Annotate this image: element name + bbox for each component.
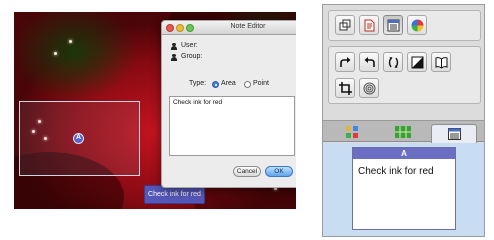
type-point-radio[interactable] — [244, 81, 251, 88]
water-droplet — [69, 40, 72, 43]
type-area-label: Area — [221, 80, 236, 87]
edit-tool-group — [328, 46, 481, 104]
thumbnail-icon[interactable] — [380, 123, 426, 140]
ok-button[interactable]: OK — [265, 166, 293, 177]
annotation-marker[interactable]: A — [73, 133, 84, 144]
group-icon — [171, 54, 177, 61]
color-wheel-icon[interactable] — [407, 15, 427, 35]
note-text-field[interactable]: Check ink for red — [169, 96, 295, 156]
user-label: User: — [181, 42, 198, 49]
notes-preview-pane: A Check ink for red — [323, 143, 484, 236]
rotate-icon[interactable] — [383, 52, 403, 72]
group-label: Group: — [181, 53, 203, 60]
spiral-icon[interactable] — [359, 78, 379, 98]
grid-view-icon[interactable] — [329, 123, 375, 140]
dialog-title: Note Editor — [230, 23, 266, 30]
layers-icon[interactable] — [335, 15, 355, 35]
water-droplet — [54, 52, 57, 55]
cancel-button[interactable]: Cancel — [233, 166, 261, 177]
note-card[interactable]: A Check ink for red — [352, 147, 456, 230]
notes-icon[interactable] — [431, 124, 477, 143]
list-icon[interactable] — [383, 15, 403, 35]
type-area-radio[interactable] — [212, 81, 219, 88]
panel-tab-strip — [323, 120, 484, 143]
tool-palette: A Check ink for red — [322, 4, 485, 237]
note-card-text: Check ink for red — [358, 166, 434, 177]
redo-icon[interactable] — [335, 52, 355, 72]
dialog-titlebar[interactable]: Note Editor — [162, 21, 296, 35]
type-label: Type: — [189, 80, 207, 87]
close-window-button[interactable] — [166, 24, 174, 32]
contrast-icon[interactable] — [407, 52, 427, 72]
user-icon — [171, 43, 177, 50]
undo-icon[interactable] — [359, 52, 379, 72]
document-icon[interactable] — [359, 15, 379, 35]
book-icon[interactable] — [431, 52, 451, 72]
type-point-label: Point — [253, 80, 269, 87]
minimize-window-button[interactable] — [176, 24, 184, 32]
crop-icon[interactable] — [335, 78, 355, 98]
view-tool-group — [328, 10, 481, 41]
note-card-label: A — [353, 148, 455, 159]
note-editor-dialog: Note Editor User: Group: Type: Area Poin… — [161, 20, 296, 188]
zoom-window-button[interactable] — [186, 24, 194, 32]
image-canvas[interactable]: A Check ink for red Note Editor User: Gr… — [14, 12, 296, 209]
